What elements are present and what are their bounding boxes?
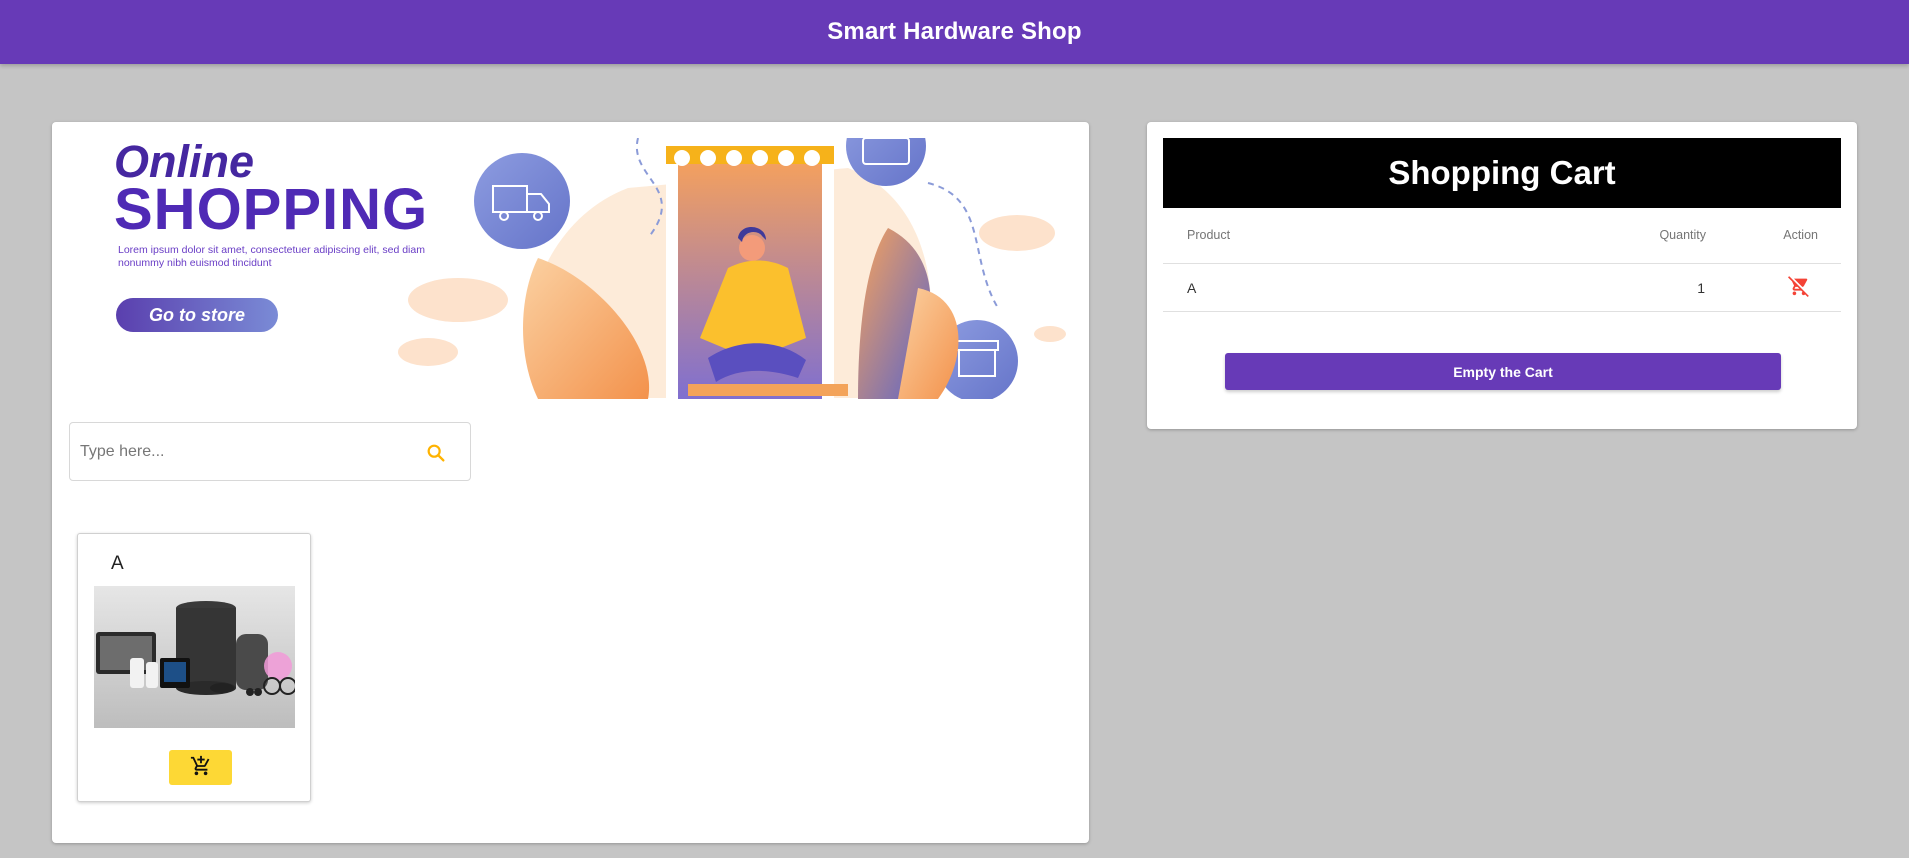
- add-shopping-cart-icon: [190, 755, 212, 780]
- products-panel: Online SHOPPING Lorem ipsum dolor sit am…: [52, 122, 1089, 843]
- cart-table: Product Quantity Action A 1: [1163, 208, 1841, 312]
- promo-banner: Online SHOPPING Lorem ipsum dolor sit am…: [68, 138, 1072, 399]
- cart-header: Shopping Cart: [1163, 138, 1841, 208]
- cart-item-product: A: [1187, 280, 1197, 296]
- cart-item-quantity: 1: [1697, 280, 1705, 296]
- search-field: [69, 422, 471, 481]
- product-image: [94, 586, 295, 728]
- app-title: Smart Hardware Shop: [827, 18, 1082, 45]
- column-header-action: Action: [1783, 228, 1818, 242]
- table-row: A 1: [1163, 264, 1841, 312]
- shopping-cart-panel: Shopping Cart Product Quantity Action A …: [1147, 122, 1857, 429]
- remove-from-cart-button[interactable]: [1787, 275, 1811, 302]
- remove-shopping-cart-icon: [1788, 275, 1810, 302]
- product-card: A: [77, 533, 311, 802]
- add-to-cart-button[interactable]: [169, 750, 232, 785]
- search-input[interactable]: [80, 439, 400, 465]
- product-name: A: [111, 553, 124, 574]
- search-icon[interactable]: [425, 442, 447, 464]
- app-toolbar: Smart Hardware Shop: [0, 0, 1909, 64]
- go-to-store-button[interactable]: Go to store: [116, 298, 278, 332]
- banner-description: Lorem ipsum dolor sit amet, consectetuer…: [118, 244, 425, 269]
- column-header-product: Product: [1187, 228, 1231, 242]
- column-header-quantity: Quantity: [1659, 228, 1706, 242]
- cart-title: Shopping Cart: [1388, 154, 1616, 191]
- cart-table-header: Product Quantity Action: [1163, 208, 1841, 264]
- empty-cart-button[interactable]: Empty the Cart: [1225, 353, 1781, 390]
- banner-title-shopping: SHOPPING: [114, 177, 429, 242]
